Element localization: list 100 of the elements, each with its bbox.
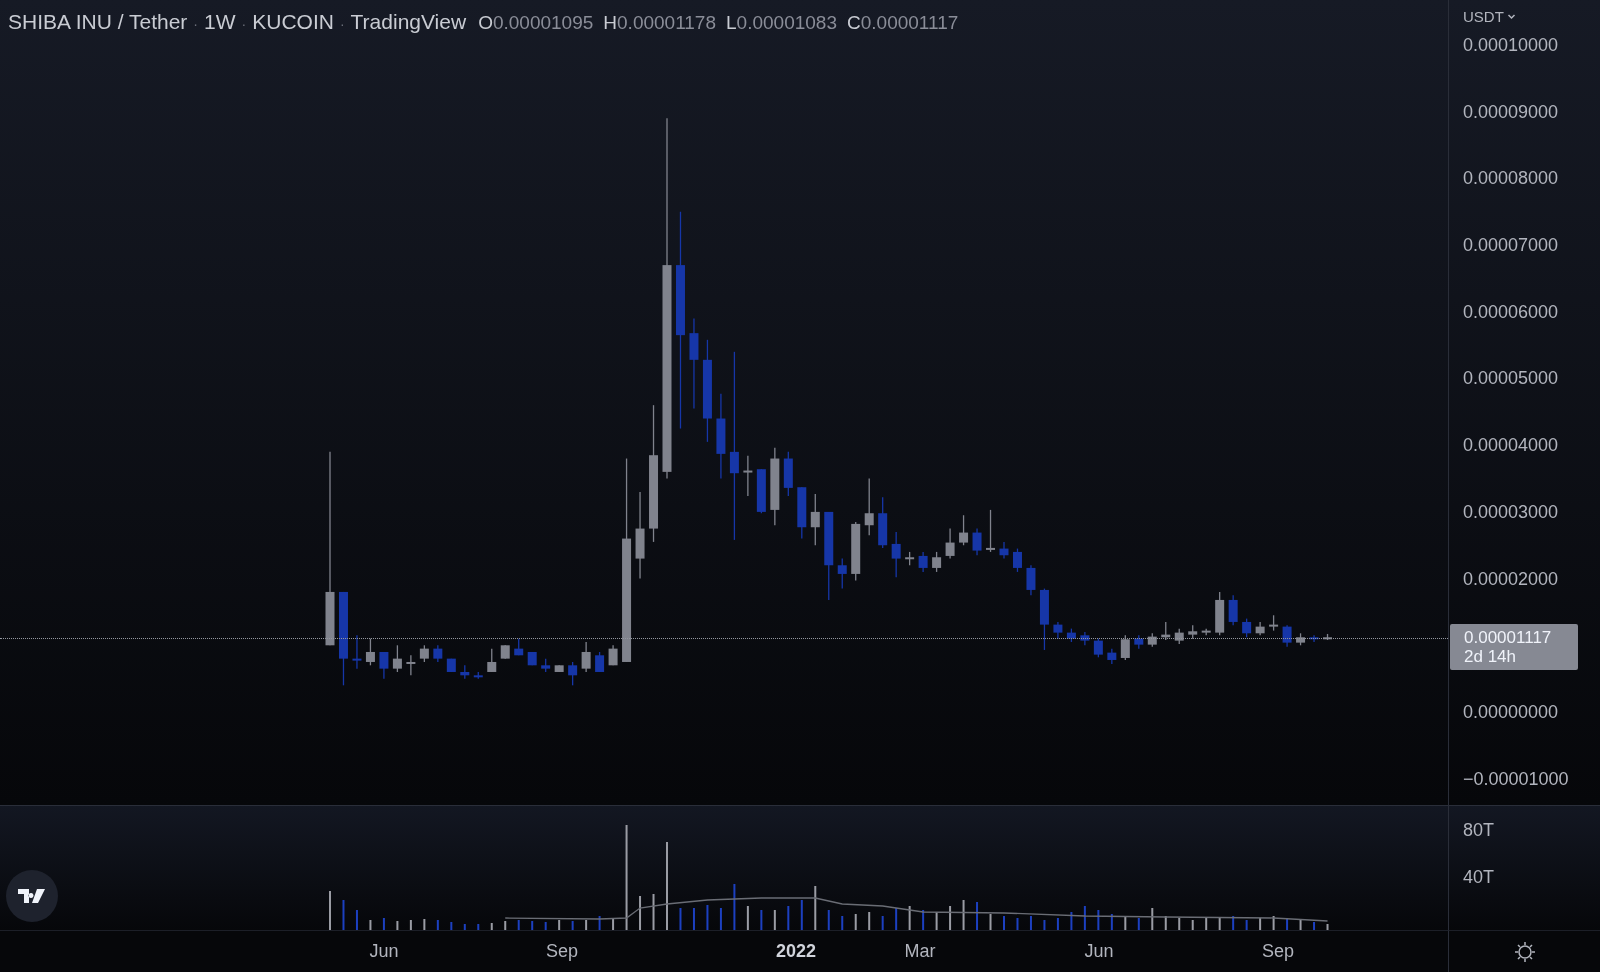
candlestick [1107, 648, 1117, 665]
currency-selector[interactable]: USDT [1463, 8, 1516, 25]
volume-bar [1286, 918, 1289, 930]
ohlc-label: L [726, 12, 737, 33]
volume-bar [746, 906, 749, 930]
volume-bar [369, 920, 372, 930]
settings-icon[interactable] [1512, 939, 1537, 964]
volume-bar [1083, 906, 1086, 930]
price-label: 0.00000000 [1463, 700, 1560, 723]
candlestick [1066, 628, 1076, 643]
volume-bar [679, 908, 682, 930]
interval-label[interactable]: 1W [204, 10, 236, 34]
ohlc-label: H [603, 12, 618, 33]
last-price-tag: 0.00001117 2d 14h [1450, 624, 1578, 670]
candlestick [999, 541, 1009, 560]
candlestick [743, 455, 753, 497]
volume-bar [841, 916, 844, 930]
candlestick [1282, 624, 1292, 648]
symbol-name[interactable]: SHIBA INU / Tether [8, 10, 188, 34]
volume-bar [895, 908, 898, 930]
candlestick [1134, 634, 1144, 650]
candlestick [487, 648, 497, 673]
volume-bar [1178, 918, 1181, 930]
volume-bar [1164, 916, 1167, 930]
candlestick [473, 671, 483, 680]
candlestick [1120, 634, 1130, 661]
volume-bar [706, 905, 709, 930]
caret-icon [1506, 12, 1516, 21]
candlestick [568, 661, 578, 686]
candlestick [878, 496, 888, 549]
volume-bar [1151, 908, 1154, 930]
logo-button[interactable] [6, 870, 58, 922]
volume-bar [1326, 924, 1329, 930]
volume-bar [814, 886, 817, 930]
candlestick [864, 477, 874, 536]
candlestick [1201, 628, 1211, 636]
candlestick [1080, 631, 1090, 646]
volume-bar [504, 921, 507, 930]
ohlc-label: C [847, 12, 861, 33]
candlestick [595, 651, 605, 673]
volume-bar [639, 896, 642, 930]
candlestick [379, 651, 389, 680]
time-label: Sep [546, 941, 578, 962]
candlestick [433, 644, 443, 663]
ohlc-value: 0.00001117 [860, 12, 959, 33]
candlestick [1013, 547, 1022, 573]
volume-bar [1029, 916, 1032, 930]
volume-bar [854, 914, 857, 930]
volume-bar [949, 906, 952, 930]
time-label: Jun [369, 941, 399, 962]
volume-bar [477, 924, 480, 930]
volume-bar [733, 884, 736, 930]
separator-dot: · [339, 16, 345, 32]
volume-bar [1097, 910, 1100, 930]
volume-bar [1056, 918, 1059, 930]
candlestick [810, 493, 820, 546]
candlestick [554, 664, 564, 673]
candlestick [392, 644, 402, 673]
volume-bar [989, 914, 992, 930]
volume-bar [396, 921, 399, 930]
volume-bar [962, 900, 965, 930]
volume-bar [450, 922, 453, 930]
time-label: Jun [1084, 941, 1114, 962]
candlestick [352, 634, 362, 670]
volume-bar [1259, 918, 1262, 930]
volume-bar [800, 900, 803, 930]
candlestick [972, 527, 982, 556]
candlestick [1255, 621, 1265, 636]
volume-bar [531, 921, 534, 930]
candlestick [1026, 564, 1036, 596]
candlestick [891, 531, 901, 578]
volume-bar [423, 919, 426, 930]
candlestick [1215, 591, 1225, 636]
exchange-label: KUCOIN [252, 10, 334, 34]
candlestick [446, 658, 456, 673]
price-label: 0.00010000 [1463, 34, 1560, 56]
volume-bar [571, 921, 574, 930]
price-label: 0.00008000 [1463, 167, 1560, 190]
price-label: 0.00006000 [1463, 300, 1560, 323]
candlestick [1053, 621, 1063, 640]
ohlc-value: 0.00001095 [492, 12, 594, 33]
volume-bar [544, 922, 547, 930]
candlestick [1039, 587, 1049, 651]
volume-bar [490, 923, 493, 930]
candlestick [932, 551, 942, 573]
volume-bar [719, 908, 722, 930]
price-label: −0.00001000 [1463, 767, 1570, 790]
volume-bar [1137, 918, 1140, 930]
candlestick [756, 468, 766, 514]
volume-bar [1124, 916, 1127, 930]
volume-bar [355, 910, 358, 930]
volume-bar [382, 918, 385, 930]
candlestick [1147, 632, 1157, 648]
candlestick [1228, 594, 1238, 626]
price-label: 0.00009000 [1463, 100, 1560, 123]
separator-dot: · [193, 16, 199, 32]
volume-bar [868, 912, 871, 930]
candlestick [1296, 632, 1306, 646]
volume-bar [1070, 912, 1073, 930]
candlestick [514, 638, 524, 656]
